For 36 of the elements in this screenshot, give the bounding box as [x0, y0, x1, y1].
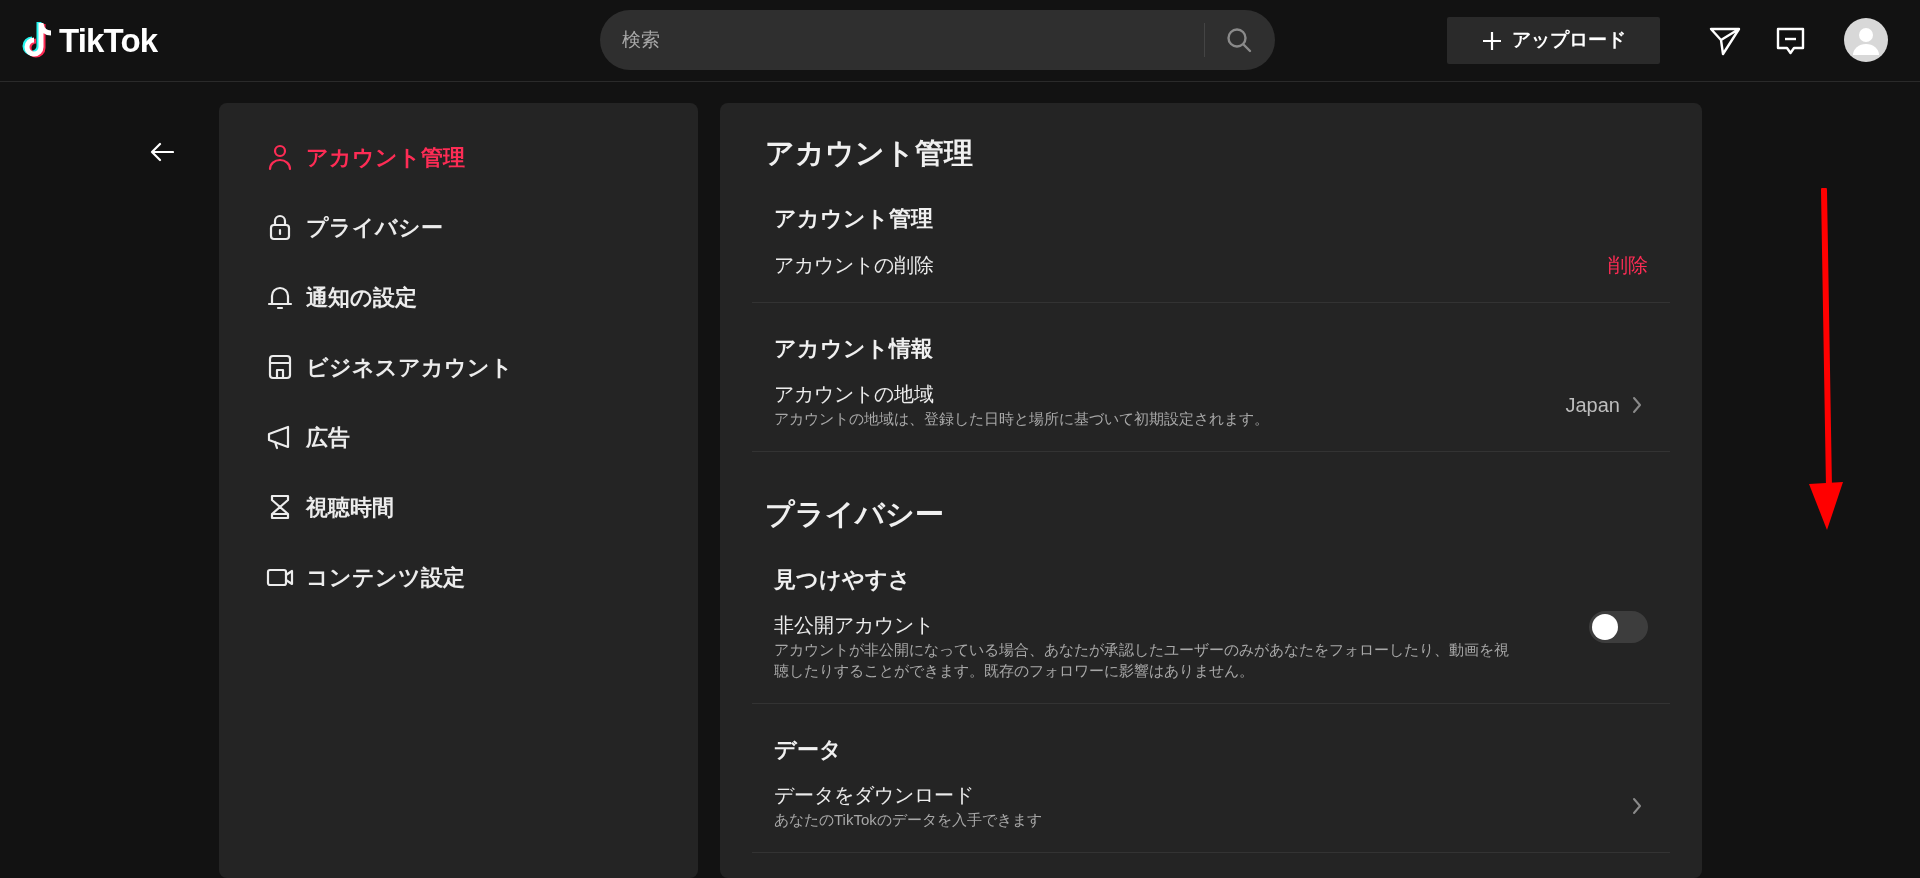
section-title: アカウント管理: [765, 136, 974, 171]
region-value[interactable]: Japan: [1565, 389, 1620, 420]
storefront-icon: [266, 353, 294, 381]
plus-icon: [1481, 30, 1502, 51]
person-icon: [266, 143, 294, 171]
sidebar-tab[interactable]: コンテンツ設定: [219, 542, 698, 612]
search-field[interactable]: 検索: [600, 10, 1275, 70]
group-heading: アカウント情報: [774, 335, 933, 363]
delete-link[interactable]: 削除: [1608, 250, 1648, 280]
setting-label: アカウントの削除: [774, 253, 934, 278]
logo-text[interactable]: TikTok: [59, 15, 158, 66]
inbox-icon[interactable]: [1776, 27, 1805, 56]
chevron-right-icon: [1632, 796, 1642, 815]
group-heading: アカウント管理: [774, 205, 933, 233]
search-icon[interactable]: [1226, 27, 1252, 53]
setting-description: アカウントが非公開になっている場合、あなたが承認したユーザーのみがあなたをフォローしたり、動画を視聴したりすることができます。既存のフォロワーに影響はありません。: [774, 640, 1510, 681]
section-title: プライバシー: [765, 497, 945, 532]
sidebar-tab[interactable]: 視聴時間: [219, 472, 698, 542]
send-icon[interactable]: [1709, 26, 1741, 56]
sidebar-tab[interactable]: 通知の設定: [219, 262, 698, 332]
upload-button[interactable]: アップロード: [1447, 17, 1660, 64]
setting-label: アカウントの地域: [774, 382, 934, 407]
back-icon[interactable]: [150, 142, 174, 162]
setting-label: 非公開アカウント: [774, 613, 934, 638]
setting-label: データをダウンロード: [774, 783, 974, 808]
toggle-switch[interactable]: [1589, 611, 1648, 643]
sidebar-tab[interactable]: プライバシー: [219, 192, 698, 262]
sidebar-tab[interactable]: ビジネスアカウント: [219, 332, 698, 402]
group-heading: データ: [774, 736, 842, 764]
group-heading: 見つけやすさ: [774, 566, 911, 594]
avatar-icon[interactable]: [1844, 18, 1888, 62]
sidebar-tab[interactable]: 広告: [219, 402, 698, 472]
chevron-right-icon: [1632, 395, 1642, 414]
setting-description: アカウントの地域は、登録した日時と場所に基づいて初期設定されます。: [774, 409, 1269, 429]
sidebar-tab[interactable]: アカウント管理: [219, 122, 698, 192]
setting-description: あなたのTikTokのデータを入手できます: [774, 810, 1042, 830]
